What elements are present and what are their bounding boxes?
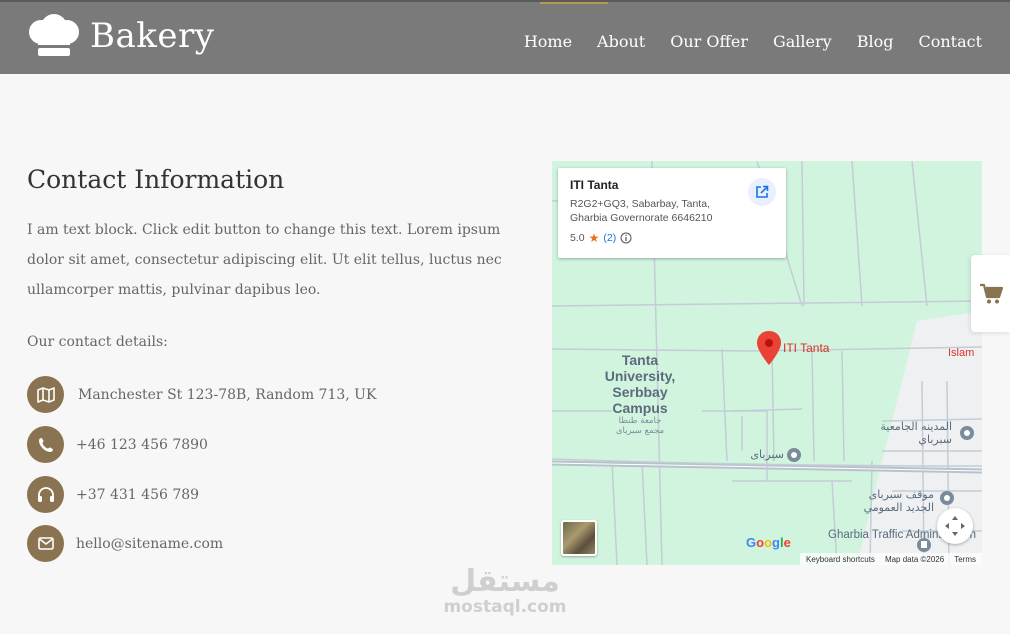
email-text[interactable]: hello@sitename.com bbox=[76, 536, 223, 552]
nav-home[interactable]: Home bbox=[524, 32, 572, 51]
chef-hat-icon bbox=[29, 14, 79, 56]
google-logo: Google bbox=[746, 535, 791, 550]
open-in-maps-button[interactable] bbox=[748, 178, 776, 206]
phone-icon bbox=[27, 426, 64, 463]
support-phone-text[interactable]: +37 431 456 789 bbox=[76, 487, 199, 503]
map-icon bbox=[27, 376, 64, 413]
address-text: Manchester St 123-78B, Random 713, UK bbox=[78, 386, 377, 403]
watermark: مستقل mostaql.com bbox=[441, 564, 569, 617]
keyboard-shortcuts-link[interactable]: Keyboard shortcuts bbox=[806, 555, 875, 564]
poi-label-dorms[interactable]: المدينه الجامعية سبرباي bbox=[866, 420, 952, 446]
poi-label-sabarbay[interactable]: سبرباى bbox=[734, 448, 784, 461]
phone-text[interactable]: +46 123 456 7890 bbox=[76, 437, 208, 453]
place-card: ITI Tanta R2G2+GQ3, Sabarbay, Tanta, Gha… bbox=[558, 168, 786, 258]
campus-label[interactable]: Tanta University, Serbbay Campus bbox=[600, 352, 680, 416]
headphones-icon bbox=[27, 476, 64, 513]
campus-label-arabic: جامعة طنطا مجمع سبرباى bbox=[615, 416, 665, 436]
page-title: Contact Information bbox=[27, 165, 285, 194]
review-count[interactable]: (2) bbox=[603, 232, 616, 244]
details-label: Our contact details: bbox=[27, 334, 168, 350]
map-data-text: Map data ©2026 bbox=[884, 554, 945, 564]
contact-email: hello@sitename.com bbox=[27, 525, 223, 562]
external-link-icon bbox=[756, 185, 769, 198]
contact-address: Manchester St 123-78B, Random 713, UK bbox=[27, 376, 376, 413]
envelope-icon bbox=[27, 525, 64, 562]
watermark-latin: mostaql.com bbox=[443, 597, 567, 617]
nav-our-offer[interactable]: Our Offer bbox=[670, 32, 748, 51]
cart-button[interactable] bbox=[971, 255, 1010, 332]
move-arrows-icon bbox=[945, 516, 965, 536]
map-camera-control[interactable] bbox=[937, 508, 973, 544]
nav-contact[interactable]: Contact bbox=[918, 32, 982, 51]
site-header: Bakery Home About Our Offer Gallery Blog… bbox=[0, 0, 1010, 74]
brand-name: Bakery bbox=[90, 16, 215, 56]
contact-support: +37 431 456 789 bbox=[27, 476, 199, 513]
star-icon: ★ bbox=[588, 231, 600, 245]
nav-blog[interactable]: Blog bbox=[857, 32, 894, 51]
satellite-toggle[interactable] bbox=[561, 520, 597, 556]
place-name: ITI Tanta bbox=[570, 178, 619, 192]
poi-label-islam[interactable]: Islam bbox=[948, 347, 974, 359]
contact-phone: +46 123 456 7890 bbox=[27, 426, 208, 463]
nav-gallery[interactable]: Gallery bbox=[773, 32, 832, 51]
logo[interactable]: Bakery bbox=[26, 14, 214, 58]
nav-active-indicator bbox=[540, 2, 608, 4]
place-rating: 5.0 ★ (2) bbox=[570, 231, 774, 245]
place-address: R2G2+GQ3, Sabarbay, Tanta, Gharbia Gover… bbox=[570, 198, 713, 224]
google-map[interactable]: ITI Tanta R2G2+GQ3, Sabarbay, Tanta, Gha… bbox=[552, 161, 982, 565]
pin-label[interactable]: ITI Tanta bbox=[783, 341, 829, 355]
watermark-arabic: مستقل bbox=[450, 564, 560, 599]
shopping-cart-icon bbox=[979, 283, 1003, 303]
map-attribution: Keyboard shortcuts Map data ©2026 Terms bbox=[800, 553, 982, 565]
rating-value: 5.0 bbox=[570, 232, 585, 244]
nav-about[interactable]: About bbox=[597, 32, 645, 51]
poi-label-station[interactable]: موقف سبرباى الجديد العمومي bbox=[852, 488, 934, 514]
main-nav: Home About Our Offer Gallery Blog Contac… bbox=[524, 32, 982, 51]
info-icon[interactable] bbox=[620, 232, 632, 244]
intro-text: I am text block. Click edit button to ch… bbox=[27, 222, 502, 298]
terms-link[interactable]: Terms bbox=[954, 555, 976, 564]
